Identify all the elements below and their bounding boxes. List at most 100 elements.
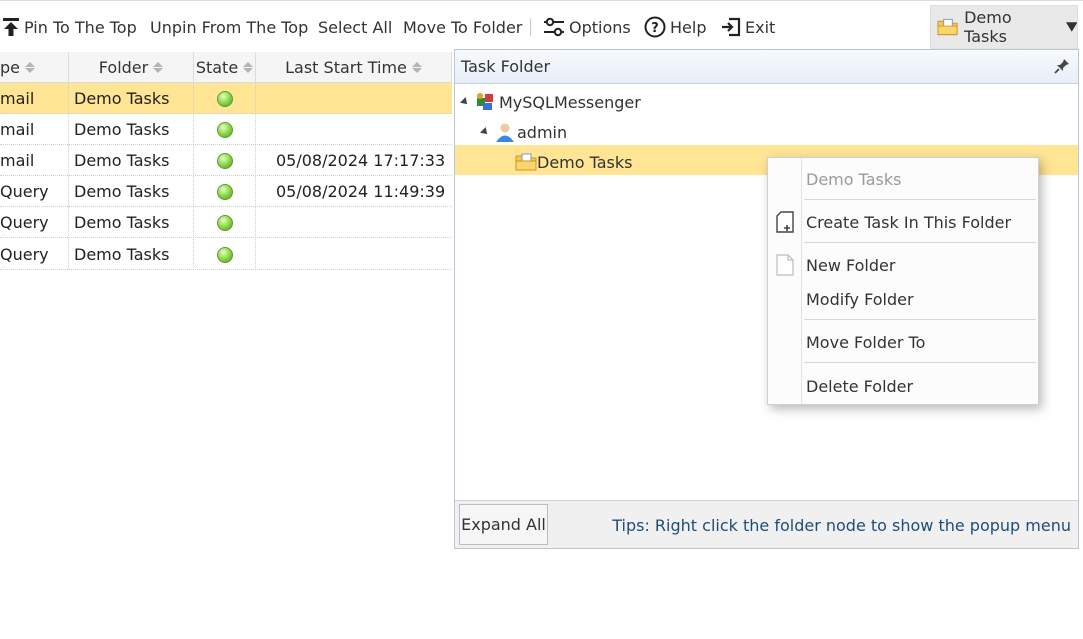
cell-last-start-time: 05/08/2024 11:49:39 — [276, 182, 446, 201]
state-active-icon — [216, 121, 233, 138]
unpin-from-top-label: Unpin From The Top — [150, 17, 309, 37]
select-all-label: Select All — [318, 17, 393, 37]
move-to-folder-button[interactable]: Move To Folder — [403, 1, 522, 53]
folder-icon — [515, 153, 537, 171]
move-to-folder-label: Move To Folder — [403, 17, 523, 37]
tree-node-root[interactable]: MySQLMessenger — [460, 88, 641, 116]
menu-divider — [804, 362, 1036, 363]
svg-text:?: ? — [651, 21, 659, 36]
collapse-arrow-icon — [460, 97, 470, 107]
unpin-from-top-button[interactable]: Unpin From The Top — [150, 1, 308, 53]
folder-selector-label: Demo Tasks — [964, 8, 1012, 46]
collapse-arrow-icon — [480, 127, 490, 137]
folder-icon — [937, 18, 958, 36]
chevron-down-icon — [1065, 22, 1077, 32]
sort-icon — [243, 62, 254, 73]
cell-type: Query — [0, 176, 69, 207]
new-folder-icon — [776, 254, 794, 276]
tree-node-folder[interactable]: Demo Tasks — [515, 148, 633, 176]
tree-root-label: MySQLMessenger — [499, 92, 641, 112]
help-label: Help — [670, 17, 707, 37]
menu-divider — [804, 199, 1036, 200]
menu-item-new-folder[interactable]: New Folder — [806, 248, 895, 282]
folder-selector-dropdown[interactable]: Demo Tasks — [930, 5, 1078, 49]
sort-icon — [153, 62, 164, 73]
folder-context-menu: Demo Tasks Create Task In This Folder Ne… — [767, 157, 1039, 405]
cell-last-start-time — [256, 83, 452, 114]
table-row[interactable]: mail Demo Tasks — [0, 83, 452, 114]
table-row[interactable]: Query Demo Tasks — [0, 239, 452, 270]
column-header-type-label: pe — [0, 58, 20, 77]
cell-last-start-time — [256, 114, 452, 145]
task-folder-footer: Expand All Tips: Right click the folder … — [455, 500, 1078, 548]
cell-last-start-time — [256, 239, 452, 270]
cell-type: mail — [0, 114, 69, 145]
task-folder-header: Task Folder — [455, 50, 1078, 84]
cell-state — [194, 207, 256, 238]
sort-icon — [411, 62, 422, 73]
table-row[interactable]: Query Demo Tasks — [0, 207, 452, 238]
cell-last-start-time: 05/08/2024 17:17:33 — [276, 151, 446, 170]
help-button[interactable]: ? Help — [644, 1, 706, 53]
pin-icon[interactable] — [1054, 58, 1070, 74]
cell-type: mail — [0, 83, 69, 114]
tree-folder-label: Demo Tasks — [537, 152, 633, 172]
cell-folder: Demo Tasks — [69, 239, 194, 270]
state-active-icon — [216, 152, 233, 169]
options-label: Options — [569, 17, 631, 37]
cell-folder: Demo Tasks — [69, 207, 194, 238]
cell-type: Query — [0, 207, 69, 238]
cell-folder: Demo Tasks — [69, 114, 194, 145]
help-icon: ? — [644, 16, 666, 38]
table-row[interactable]: mail Demo Tasks — [0, 114, 452, 145]
cell-folder: Demo Tasks — [69, 176, 194, 207]
menu-item-create-task[interactable]: Create Task In This Folder — [806, 205, 1011, 239]
cell-state — [194, 114, 256, 145]
options-icon — [544, 17, 564, 37]
toolbar: Pin To The Top Unpin From The Top Select… — [0, 0, 1083, 52]
expand-all-button[interactable]: Expand All — [459, 504, 548, 545]
state-active-icon — [216, 214, 233, 231]
cell-folder: Demo Tasks — [69, 83, 194, 114]
cell-state — [194, 83, 256, 114]
cell-folder: Demo Tasks — [69, 145, 194, 176]
pin-to-top-label: Pin To The Top — [24, 17, 137, 37]
table-row[interactable]: mail Demo Tasks 05/08/2024 17:17:33 — [0, 145, 452, 176]
cell-state — [194, 145, 256, 176]
menu-item-modify-folder[interactable]: Modify Folder — [806, 282, 914, 316]
exit-icon — [722, 17, 741, 37]
state-active-icon — [216, 90, 233, 107]
column-header-state[interactable]: State — [194, 52, 256, 83]
user-icon — [496, 123, 514, 142]
exit-button[interactable]: Exit — [721, 1, 775, 53]
options-button[interactable]: Options — [543, 1, 631, 53]
table-row[interactable]: Query Demo Tasks 05/08/2024 11:49:39 — [0, 176, 452, 207]
column-header-folder[interactable]: Folder — [69, 52, 194, 83]
select-all-button[interactable]: Select All — [318, 1, 392, 53]
cell-state — [194, 239, 256, 270]
app-icon — [477, 93, 493, 110]
menu-divider — [804, 319, 1036, 320]
tips-text: Tips: Right click the folder node to sho… — [612, 515, 1071, 535]
task-folder-title: Task Folder — [461, 57, 551, 76]
tree-node-user[interactable]: admin — [480, 118, 567, 146]
menu-item-move-folder-to[interactable]: Move Folder To — [806, 325, 925, 359]
cell-type: mail — [0, 145, 69, 176]
column-header-folder-label: Folder — [98, 58, 149, 77]
cell-state — [194, 176, 256, 207]
state-active-icon — [216, 246, 233, 263]
column-header-last-start-time-label: Last Start Time — [285, 58, 407, 77]
grid-header: pe Folder State Last Start Time — [0, 52, 452, 83]
pin-to-top-button[interactable]: Pin To The Top — [2, 1, 137, 53]
column-header-last-start-time[interactable]: Last Start Time — [256, 52, 452, 83]
toolbar-divider — [530, 18, 531, 36]
menu-divider — [804, 242, 1036, 243]
column-header-type[interactable]: pe — [0, 52, 69, 83]
create-task-icon — [776, 211, 794, 233]
cell-last-start-time — [256, 207, 452, 238]
exit-label: Exit — [745, 17, 776, 37]
menu-item-delete-folder[interactable]: Delete Folder — [806, 369, 913, 403]
column-header-state-label: State — [195, 58, 239, 77]
state-active-icon — [216, 183, 233, 200]
menu-gutter — [801, 158, 802, 404]
